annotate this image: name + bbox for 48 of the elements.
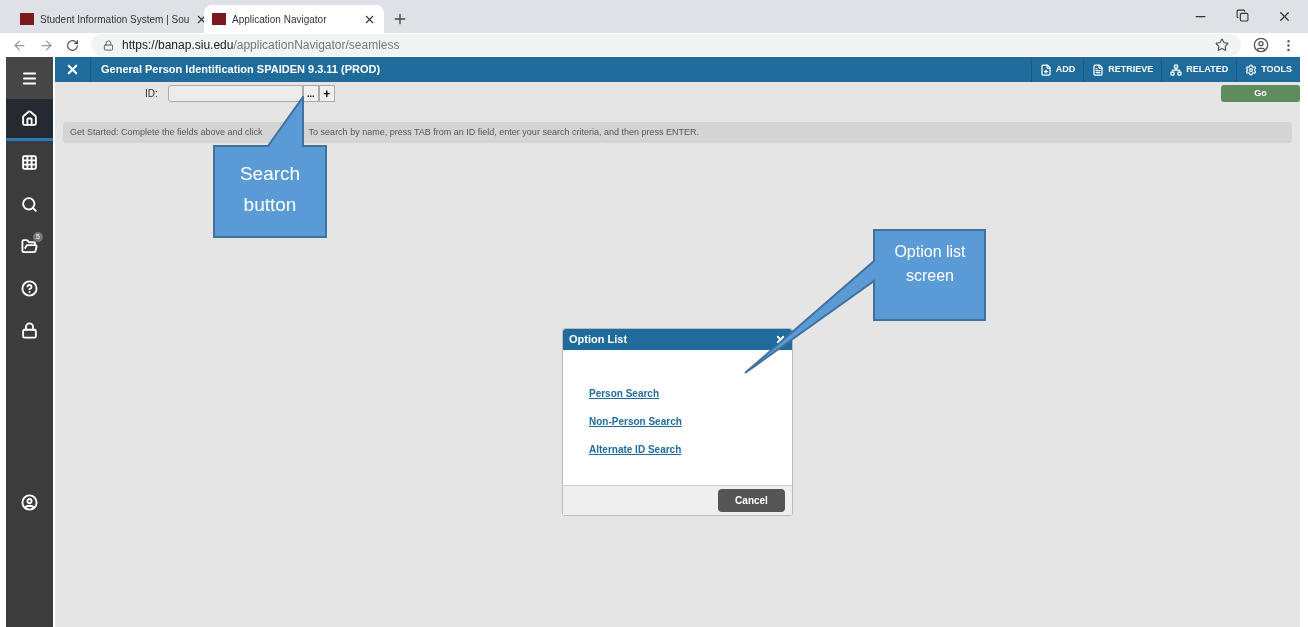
address-bar[interactable]: https://banap.siu.edu/applicationNavigator/seamless — [91, 34, 1241, 56]
hint-text: To search by name, press TAB from an ID field, enter your search criteria, and then press ENTER. — [308, 125, 699, 139]
toolbar-button[interactable]: ADD — [1030, 57, 1084, 82]
hint-text: Get Started: Complete the fields above and click — [70, 125, 263, 139]
toolbar-button[interactable]: RETRIEVE — [1083, 57, 1162, 82]
grid-icon — [21, 153, 38, 171]
callout-text: Option list screen — [893, 242, 967, 286]
option-link[interactable]: Person Search — [589, 386, 660, 401]
hierarchy-icon — [1170, 63, 1183, 76]
lock-icon — [103, 39, 114, 51]
question-icon — [21, 279, 38, 297]
search-icon — [21, 195, 38, 213]
document-icon — [1092, 63, 1105, 76]
tab-title: Application Navigator — [232, 12, 328, 27]
close-icon[interactable] — [775, 334, 786, 345]
new-tab-icon[interactable] — [392, 11, 408, 27]
page-title: General Person Identification SPAIDEN 9.3.11 (PROD) — [101, 62, 381, 78]
lock-icon — [21, 321, 38, 339]
site-icon — [20, 13, 34, 25]
gear-icon — [1245, 63, 1258, 76]
file-plus-icon — [1039, 63, 1052, 76]
forward-icon[interactable] — [39, 37, 54, 53]
id-field[interactable] — [167, 85, 303, 102]
folder-icon — [21, 237, 38, 255]
id-label: ID: — [145, 87, 158, 101]
toolbar-button[interactable]: TOOLS — [1236, 57, 1300, 82]
dialog-title: Option List — [569, 332, 628, 348]
option-link[interactable]: Alternate ID Search — [589, 442, 682, 457]
callout-text: Search button — [238, 162, 302, 217]
back-icon[interactable] — [12, 37, 27, 53]
profile-icon[interactable] — [1253, 37, 1269, 53]
browser-tab[interactable]: Application Navigator — [204, 5, 384, 33]
site-icon — [212, 13, 226, 25]
close-icon[interactable] — [65, 62, 80, 77]
browser-tab[interactable]: Student Information System | Sou — [12, 5, 204, 33]
sidebar-item[interactable] — [6, 99, 53, 141]
restore-icon[interactable] — [1236, 9, 1249, 22]
close-icon[interactable] — [1277, 9, 1292, 24]
home-icon — [21, 110, 38, 127]
tab-title: Student Information System | Sou — [40, 12, 190, 27]
star-icon[interactable] — [1215, 38, 1229, 52]
user-icon — [21, 493, 38, 511]
url-text: https://banap.siu.edu/applicationNavigator/seamless — [122, 37, 400, 54]
go-button[interactable]: Go — [1221, 85, 1300, 102]
reload-icon[interactable] — [66, 38, 79, 52]
cancel-button[interactable]: Cancel — [718, 489, 785, 512]
toolbar-button[interactable]: RELATED — [1161, 57, 1237, 82]
option-link[interactable]: Non-Person Search — [589, 414, 682, 429]
